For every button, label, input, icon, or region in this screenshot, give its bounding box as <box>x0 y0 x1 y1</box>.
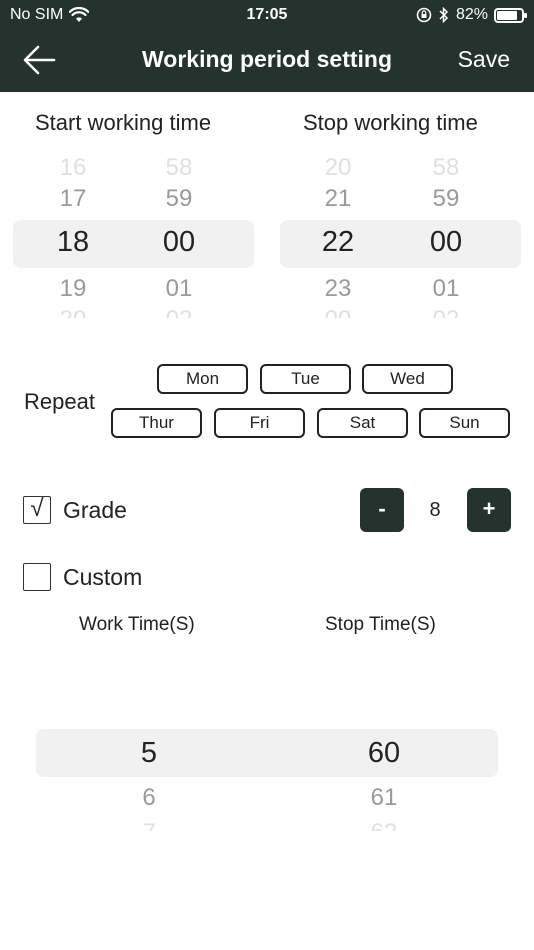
grade-label: Grade <box>63 497 127 523</box>
status-right-group: 82% <box>416 6 527 24</box>
stop-time-picker[interactable]: 60 61 62 <box>349 729 419 839</box>
day-button-sat[interactable]: Sat <box>317 408 408 438</box>
picker-item: 01 <box>432 275 460 302</box>
picker-item: 01 <box>165 275 193 302</box>
stop-time-seconds-label: Stop Time(S) <box>325 614 436 635</box>
start-hour-picker[interactable]: 16 17 18 19 20 <box>38 150 108 325</box>
picker-item: 20 <box>38 306 108 318</box>
custom-label: Custom <box>63 564 143 590</box>
start-time-label: Start working time <box>35 110 212 135</box>
day-button-tue[interactable]: Tue <box>260 364 351 394</box>
status-bar: No SIM 17:05 82% <box>0 0 534 30</box>
grade-decrement-button[interactable]: - <box>360 488 404 532</box>
save-button[interactable]: Save <box>458 46 510 73</box>
picker-item: 16 <box>59 154 87 181</box>
picker-item: 02 <box>411 306 481 318</box>
picker-item: 17 <box>59 185 87 212</box>
work-time-selected: 5 <box>140 737 158 769</box>
day-button-wed[interactable]: Wed <box>362 364 453 394</box>
picker-item: 6 <box>142 784 156 811</box>
stop-hour-picker[interactable]: 20 21 22 23 00 <box>303 150 373 325</box>
start-minute-selected: 00 <box>162 226 196 258</box>
work-time-label: Work Time(S) <box>79 614 195 635</box>
day-button-sun[interactable]: Sun <box>419 408 510 438</box>
stop-minute-selected: 00 <box>429 226 463 258</box>
stop-minute-picker[interactable]: 58 59 00 01 02 <box>411 150 481 325</box>
picker-item: 7 <box>114 819 184 831</box>
picker-item: 19 <box>59 275 87 302</box>
custom-selection-band <box>36 729 498 777</box>
work-time-picker[interactable]: 5 6 7 <box>114 729 184 839</box>
page-title: Working period setting <box>141 46 393 72</box>
nav-bar: Working period setting Save <box>0 30 534 92</box>
grade-value: 8 <box>429 499 441 521</box>
custom-checkbox[interactable] <box>23 563 51 591</box>
start-hour-selected: 18 <box>56 226 90 258</box>
picker-item: 61 <box>370 784 398 811</box>
picker-item: 02 <box>144 306 214 318</box>
stop-time-label: Stop working time <box>303 110 478 135</box>
grade-increment-button[interactable]: + <box>467 488 511 532</box>
stop-time-selected: 60 <box>367 737 401 769</box>
picker-item: 62 <box>349 819 419 831</box>
picker-item: 58 <box>165 154 193 181</box>
battery-icon <box>494 7 527 23</box>
bluetooth-icon <box>439 7 449 23</box>
header: No SIM 17:05 82% Working period setting … <box>0 0 534 92</box>
repeat-label: Repeat <box>24 389 95 414</box>
grade-checkbox[interactable]: √ <box>23 495 51 524</box>
day-button-thur[interactable]: Thur <box>111 408 202 438</box>
picker-item: 20 <box>324 154 352 181</box>
picker-item: 59 <box>432 185 460 212</box>
battery-percent: 82% <box>455 6 488 23</box>
day-button-fri[interactable]: Fri <box>214 408 305 438</box>
check-mark-icon: √ <box>30 495 44 522</box>
day-button-mon[interactable]: Mon <box>157 364 248 394</box>
picker-item: 23 <box>324 275 352 302</box>
picker-item: 58 <box>432 154 460 181</box>
stop-hour-selected: 22 <box>321 226 355 258</box>
orientation-lock-icon <box>416 7 432 23</box>
picker-item: 21 <box>324 185 352 212</box>
start-minute-picker[interactable]: 58 59 00 01 02 <box>144 150 214 325</box>
picker-item: 59 <box>165 185 193 212</box>
picker-item: 00 <box>303 306 373 318</box>
